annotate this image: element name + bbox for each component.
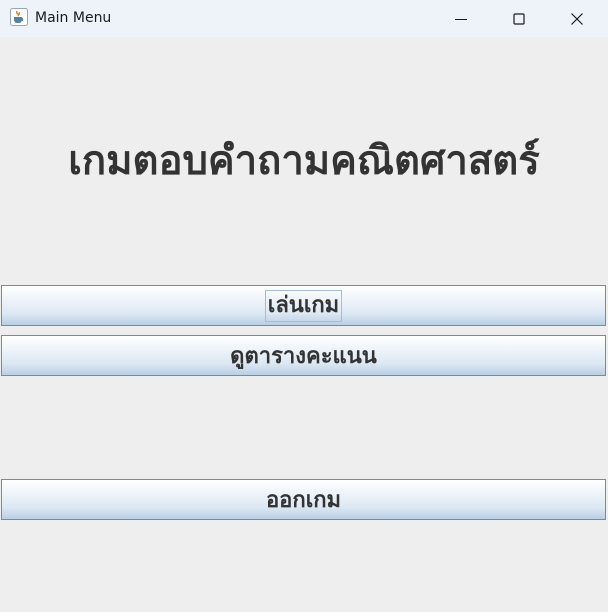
exit-game-label: ออกเกม bbox=[265, 488, 342, 513]
scoreboard-label: ดูตารางคะแนน bbox=[230, 344, 377, 369]
play-game-button[interactable]: เล่นเกม bbox=[1, 285, 606, 326]
window-title: Main Menu bbox=[35, 10, 112, 26]
close-icon bbox=[571, 12, 583, 25]
minimize-button[interactable] bbox=[438, 0, 484, 37]
java-cup-icon bbox=[10, 8, 28, 26]
maximize-button[interactable] bbox=[496, 0, 542, 37]
exit-game-button[interactable]: ออกเกม bbox=[1, 479, 606, 520]
maximize-icon bbox=[513, 12, 525, 25]
scoreboard-button[interactable]: ดูตารางคะแนน bbox=[1, 335, 606, 376]
main-menu-window: Main Menu เกมตอบคำถามคณิตศาสตร์ เล่นเกม … bbox=[0, 0, 608, 612]
play-game-label: เล่นเกม bbox=[264, 289, 343, 322]
close-button[interactable] bbox=[554, 0, 600, 37]
game-title-heading: เกมตอบคำถามคณิตศาสตร์ bbox=[68, 138, 540, 184]
minimize-icon bbox=[455, 13, 467, 25]
main-panel: เกมตอบคำถามคณิตศาสตร์ เล่นเกม ดูตารางคะแ… bbox=[0, 37, 608, 612]
title-bar[interactable]: Main Menu bbox=[0, 0, 608, 37]
